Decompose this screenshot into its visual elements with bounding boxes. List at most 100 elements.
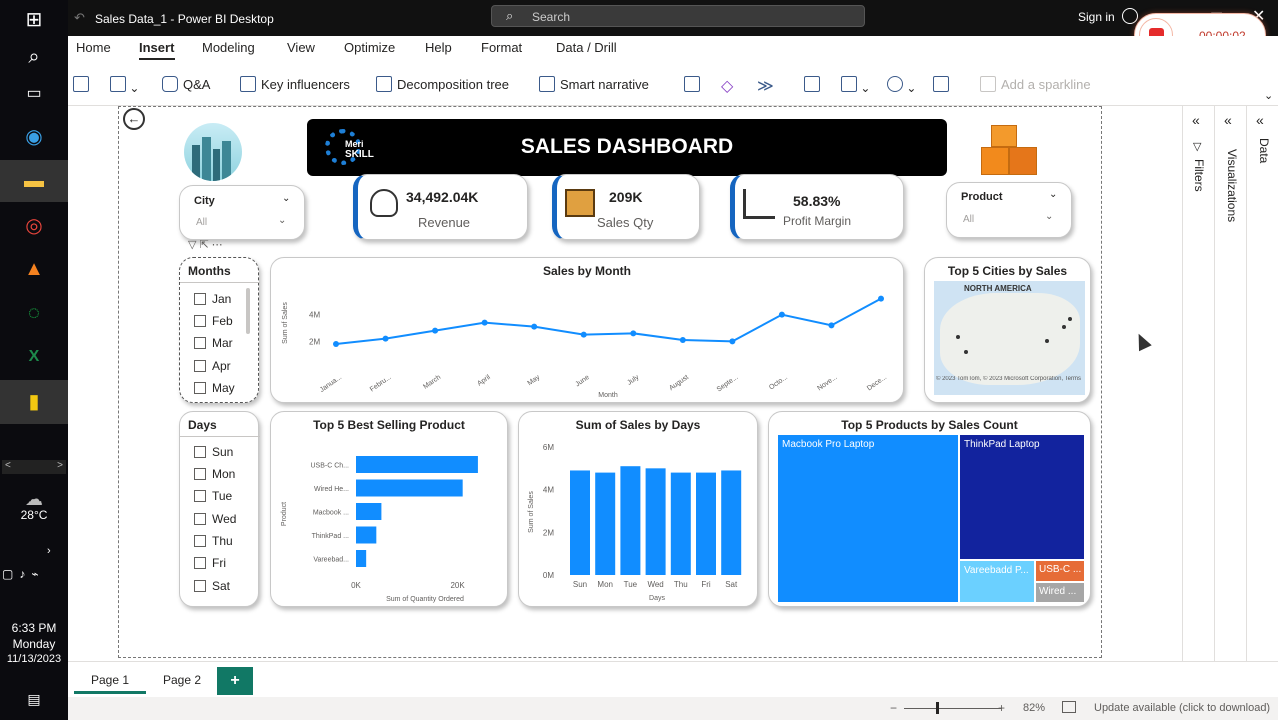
day-option[interactable]: Fri <box>194 556 226 570</box>
checkbox[interactable] <box>194 580 206 592</box>
search-icon[interactable]: ⌕ <box>19 42 49 72</box>
product-slicer[interactable]: Product ⌄ All ⌄ <box>946 182 1072 238</box>
windows-start-icon[interactable]: ⊞ <box>19 4 49 34</box>
filters-pane[interactable]: « ▽ Filters <box>1183 106 1215 661</box>
visualizations-pane[interactable]: « Visualizations <box>1215 106 1247 661</box>
treemap-tile-wired[interactable]: Wired ... <box>1036 583 1084 602</box>
filters-label[interactable]: Filters <box>1192 159 1206 203</box>
tab-view[interactable]: View <box>287 40 315 55</box>
fit-to-page-icon[interactable] <box>1062 701 1076 713</box>
treemap-tile-macbook[interactable]: Macbook Pro Laptop <box>778 435 958 602</box>
chevron-down-icon[interactable]: ⌄ <box>278 215 286 226</box>
back-arrow-icon[interactable]: ← <box>123 108 145 130</box>
city-slicer-value[interactable]: All <box>196 217 207 228</box>
checkbox[interactable] <box>194 293 206 305</box>
day-option[interactable]: Thu <box>194 534 233 548</box>
zoom-slider[interactable] <box>904 708 1002 709</box>
profit-margin-card[interactable]: 58.83% Profit Margin <box>730 174 904 240</box>
power-automate-icon[interactable]: ≫ <box>757 76 774 96</box>
days-slicer[interactable]: Days Sun Mon Tue Wed Thu Fri Sat <box>179 411 260 607</box>
notifications-icon[interactable]: ▤ <box>19 684 49 714</box>
key-influencers-button[interactable]: Key influencers <box>240 76 350 92</box>
chevron-right-icon[interactable]: › <box>47 545 51 557</box>
qa-button[interactable]: Q&A <box>162 76 210 92</box>
file-explorer-icon[interactable]: ▬ <box>19 166 49 196</box>
sales-by-month-chart[interactable]: Sales by Month 2M 4M Sum of Sales Janua... F… <box>270 257 904 403</box>
zoom-out-button[interactable]: − <box>890 701 897 715</box>
zoom-slider-thumb[interactable] <box>936 702 939 714</box>
checkbox[interactable] <box>194 382 206 394</box>
add-sparkline-button[interactable]: Add a sparkline <box>980 76 1091 92</box>
month-option[interactable]: Jan <box>194 292 231 306</box>
checkbox[interactable] <box>194 468 206 480</box>
update-link[interactable]: Update available (click to download) <box>1094 702 1270 714</box>
buttons-icon[interactable]: ⌄ <box>841 76 870 95</box>
smart-narrative-button[interactable]: Smart narrative <box>539 76 649 92</box>
account-icon[interactable] <box>1122 8 1138 24</box>
tab-modeling[interactable]: Modeling <box>202 40 255 55</box>
chevron-down-icon[interactable]: ⌄ <box>1049 189 1057 200</box>
page-tab-2[interactable]: Page 2 <box>146 666 218 694</box>
edge-icon[interactable]: ◉ <box>19 121 49 151</box>
month-option[interactable]: May <box>194 381 235 395</box>
treemap-tile-usbc[interactable]: USB-C ... <box>1036 561 1084 581</box>
map-point[interactable] <box>956 335 960 339</box>
tab-data-drill[interactable]: Data / Drill <box>556 40 617 55</box>
month-option[interactable]: Apr <box>194 359 231 373</box>
expand-data-icon[interactable]: « <box>1256 112 1264 128</box>
expand-visualizations-icon[interactable]: « <box>1224 112 1232 128</box>
chrome-icon[interactable]: ◎ <box>19 210 49 240</box>
sales-qty-card[interactable]: 209K Sales Qty <box>552 174 700 240</box>
checkbox[interactable] <box>194 535 206 547</box>
map-point[interactable] <box>1068 317 1072 321</box>
checkbox[interactable] <box>194 337 206 349</box>
text-box-icon[interactable] <box>804 76 820 95</box>
data-label[interactable]: Data <box>1257 138 1271 172</box>
sign-in-link[interactable]: Sign in <box>1078 10 1115 24</box>
paginated-report-icon[interactable] <box>684 76 700 95</box>
revenue-card[interactable]: 34,492.04K Revenue <box>353 174 528 240</box>
task-view-icon[interactable]: ▭ <box>19 78 49 108</box>
treemap-visual[interactable]: Top 5 Products by Sales Count Macbook Pr… <box>768 411 1091 607</box>
excel-icon[interactable]: X <box>19 342 49 372</box>
tab-home[interactable]: Home <box>76 40 111 55</box>
tab-optimize[interactable]: Optimize <box>344 40 395 55</box>
day-option[interactable]: Sun <box>194 445 233 459</box>
scrollbar[interactable] <box>246 288 250 334</box>
data-pane[interactable]: « Data <box>1247 106 1278 661</box>
collapse-ribbon-icon[interactable]: ⌄ <box>1264 89 1273 102</box>
day-option[interactable]: Mon <box>194 467 235 481</box>
tray-icons[interactable]: ▢♪⌁ <box>2 567 45 581</box>
chevron-down-icon[interactable]: ⌄ <box>1045 211 1053 222</box>
months-slicer[interactable]: Months Jan Feb Mar Apr May <box>179 257 260 403</box>
product-slicer-value[interactable]: All <box>963 214 974 225</box>
add-page-button[interactable]: + <box>217 667 253 695</box>
image-icon[interactable] <box>933 76 949 95</box>
treemap-tile-vareebadd[interactable]: Vareebadd P... <box>960 561 1034 602</box>
checkbox[interactable] <box>194 490 206 502</box>
treemap-tile-thinkpad[interactable]: ThinkPad Laptop <box>960 435 1084 559</box>
taskbar-scroll[interactable]: < > <box>2 460 66 474</box>
visual-gallery-icon[interactable]: ⌄ <box>110 76 139 95</box>
map-point[interactable] <box>1062 325 1066 329</box>
sales-by-days-chart[interactable]: Sum of Sales by Days 0M 2M 4M 6M Sun Mon Tue We… <box>518 411 758 607</box>
visual-header-icons[interactable]: ▽⇱⋯ <box>188 238 226 251</box>
month-option[interactable]: Mar <box>194 336 233 350</box>
chevron-down-icon[interactable]: ⌄ <box>282 193 290 204</box>
checkbox[interactable] <box>194 360 206 372</box>
power-apps-icon[interactable]: ◇ <box>721 76 733 96</box>
day-option[interactable]: Tue <box>194 489 232 503</box>
day-option[interactable]: Sat <box>194 579 230 593</box>
city-slicer[interactable]: City ⌄ All ⌄ <box>179 185 305 240</box>
map-canvas[interactable]: NORTH AMERICA © 2023 TomTom, © 2023 Micr… <box>934 281 1085 395</box>
tab-insert[interactable]: Insert <box>139 40 174 55</box>
tab-format[interactable]: Format <box>481 40 522 55</box>
checkbox[interactable] <box>194 513 206 525</box>
new-visual-icon[interactable] <box>73 76 89 95</box>
vlc-icon[interactable]: ▲ <box>19 254 49 284</box>
expand-filters-icon[interactable]: « <box>1192 112 1200 128</box>
checkbox[interactable] <box>194 446 206 458</box>
month-option[interactable]: Feb <box>194 314 233 328</box>
power-bi-icon[interactable]: ▮ <box>19 386 49 416</box>
checkbox[interactable] <box>194 557 206 569</box>
